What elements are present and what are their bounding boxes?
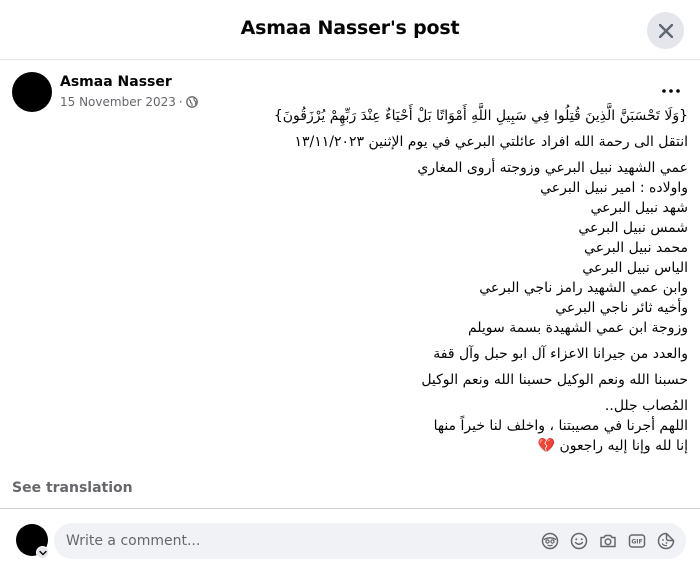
post-line: محمد نبيل البرعي [584, 240, 688, 256]
comment-tools: GIF [540, 531, 676, 551]
svg-text:GIF: GIF [631, 539, 642, 546]
gif-icon: GIF [628, 534, 646, 548]
footer-divider [0, 508, 700, 509]
see-translation-link[interactable]: See translation [12, 480, 133, 496]
gif-button[interactable]: GIF [627, 531, 647, 551]
author-name[interactable]: Asmaa Nasser [60, 74, 172, 90]
sticker-icon [657, 532, 675, 550]
sticker-button[interactable] [656, 531, 676, 551]
post-line: اللهم أجرنا في مصيبتنا ، واخلف لنا خيراً… [433, 418, 688, 434]
chevron-down-icon [38, 550, 47, 555]
post-line: وأخيه ثائر ناجي البرعي [555, 300, 688, 316]
post-line: وزوجة ابن عمي الشهيدة بسمة سويلم [467, 320, 688, 336]
post-line: واولاده : امير نبيل البرعي [540, 180, 688, 196]
post-line: والعدد من جيرانا الاعزاء آل ابو حبل وآل … [433, 346, 688, 362]
post-line: شهد نبيل البرعي [590, 200, 688, 216]
post-line: {وَلَا تَحْسَبَنَّ الَّذِينَ قُتِلُوا فِ… [273, 108, 688, 124]
photo-button[interactable] [598, 531, 618, 551]
comment-input[interactable] [66, 523, 536, 559]
close-icon [658, 23, 673, 38]
emoji-button[interactable] [569, 531, 589, 551]
post-text: {وَلَا تَحْسَبَنَّ الَّذِينَ قُتِلُوا فِ… [12, 106, 688, 456]
post-line: وابن عمي الشهيد رامز ناجي البرعي [479, 280, 688, 296]
avatar-sticker-button[interactable] [540, 531, 560, 551]
comment-composer: GIF [54, 523, 686, 559]
post-line: انتقل الى رحمة الله افراد عائلتي البرعي … [294, 134, 688, 150]
post-line: الياس نبيل البرعي [582, 260, 688, 276]
post-dialog-header: Asmaa Nasser's post [0, 0, 700, 60]
more-options-icon [662, 89, 680, 93]
post-line: عمي الشهيد نبيل البرعي وزوجته أروى المغا… [417, 160, 688, 176]
post-line: المُصاب جلل.. [604, 398, 688, 414]
dialog-title: Asmaa Nasser's post [240, 17, 460, 39]
post-line: شمس نبيل البرعي [578, 220, 688, 236]
post-line: إنا لله وإنا إليه راجعون 💔 [537, 438, 688, 454]
emoji-icon [570, 532, 588, 550]
camera-icon [600, 534, 616, 548]
close-button[interactable] [647, 12, 684, 49]
more-options-button[interactable] [660, 80, 682, 102]
avatar-sticker-icon [541, 532, 559, 550]
post-line: حسبنا الله ونعم الوكيل حسبنا الله ونعم ا… [421, 372, 688, 388]
avatar-menu-button[interactable] [36, 546, 49, 559]
